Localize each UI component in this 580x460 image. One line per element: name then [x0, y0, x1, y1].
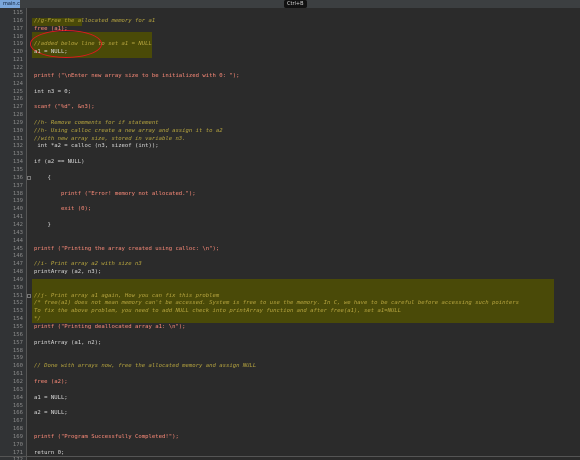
- line-number: 142: [12, 221, 23, 228]
- tab-main-c[interactable]: main.c: [0, 0, 20, 8]
- line-number: 149: [12, 276, 23, 283]
- code-line: /* free(a1) does not mean memory can't b…: [34, 300, 519, 307]
- line-number: 151: [12, 292, 23, 299]
- line-number: 117: [12, 25, 23, 32]
- code-line: printArray (a1, n2);: [34, 339, 102, 346]
- code-line: */: [34, 316, 41, 323]
- line-number: 161: [12, 371, 23, 378]
- code-line: printf ("Printing deallocated array a1: …: [34, 324, 186, 330]
- line-number: 132: [12, 143, 23, 150]
- line-number: 122: [12, 64, 23, 71]
- line-number: 118: [12, 33, 23, 40]
- line-number: 165: [12, 402, 23, 409]
- code-line: a1 = NULL;: [34, 394, 68, 401]
- line-number: 137: [12, 182, 23, 189]
- line-number: 129: [12, 119, 23, 126]
- line-number: 169: [12, 433, 23, 440]
- code-line: //h- Remove comments for if statement: [34, 119, 159, 126]
- code-line: }: [34, 221, 51, 228]
- line-number: 135: [12, 167, 23, 173]
- line-number: 150: [12, 284, 23, 291]
- line-number: 158: [12, 347, 23, 354]
- code-line: int *a2 = calloc (n3, sizeof (int));: [34, 143, 159, 150]
- line-number: 154: [12, 316, 23, 323]
- line-number: 170: [12, 441, 23, 448]
- code-line: //j- Print array a1 again, How you can f…: [34, 292, 220, 299]
- line-number: 155: [12, 324, 23, 330]
- line-number: 128: [12, 112, 23, 119]
- line-number: 144: [12, 237, 23, 244]
- line-number: 166: [12, 410, 23, 417]
- line-number: 134: [12, 159, 23, 166]
- code-line: free (a2);: [34, 378, 68, 385]
- line-number: 146: [12, 253, 23, 260]
- line-number: 120: [12, 49, 23, 56]
- line-number: 133: [12, 151, 23, 158]
- line-number: 131: [12, 135, 23, 142]
- line-number: 145: [12, 245, 23, 252]
- code-line: printArray (a2, n3);: [34, 269, 102, 276]
- line-number: 127: [12, 104, 23, 111]
- code-line: printf ("Printing the array created usin…: [34, 245, 220, 252]
- line-number: 121: [12, 57, 23, 64]
- code-line: //i- Print array a2 with size n3: [34, 261, 142, 268]
- line-number: 123: [12, 72, 23, 79]
- line-number: 126: [12, 96, 23, 103]
- line-number: 164: [12, 394, 23, 401]
- line-number: 143: [12, 229, 23, 236]
- line-number: 125: [12, 88, 23, 95]
- code-area[interactable]: //g-Free the allocated memory for a1 free…: [30, 8, 580, 460]
- line-number: 156: [12, 331, 23, 338]
- line-number: 141: [12, 214, 23, 221]
- code-line: //g-Free the allocated memory for a1: [34, 17, 156, 24]
- line-number: 160: [12, 363, 23, 370]
- code-line: printf ("\nEnter new array size to be in…: [34, 72, 240, 79]
- line-number: 124: [12, 80, 23, 87]
- bottom-divider: [0, 456, 580, 457]
- code-line: free (a1);: [34, 25, 68, 32]
- line-number: 138: [12, 190, 23, 197]
- code-line: a1 = NULL;: [34, 49, 68, 56]
- code-line: // Done with arrays now, free the alloca…: [34, 363, 257, 370]
- code-line: int n3 = 0;: [34, 88, 72, 95]
- line-number: 159: [12, 355, 23, 362]
- line-number: 147: [12, 261, 23, 268]
- code-line: {: [34, 174, 51, 181]
- line-number: 162: [12, 378, 23, 385]
- code-line: To fix the above problem, you need to ad…: [34, 308, 402, 315]
- line-number: 163: [12, 386, 23, 393]
- code-line: printf ("Program Successfully Completed!…: [34, 433, 179, 440]
- line-number: 152: [12, 300, 23, 307]
- line-number: 167: [12, 418, 23, 425]
- code-line: if (a2 == NULL): [34, 159, 85, 166]
- code-line: //with new array size, stored in variabl…: [34, 135, 186, 142]
- code-editor-window: main.c Ctrl+B 115 116 117 118 119 120 121 122 12…: [0, 0, 580, 460]
- line-number: 140: [12, 206, 23, 213]
- line-number: 119: [12, 41, 23, 48]
- code-line: a2 = NULL;: [34, 410, 68, 417]
- line-number: 115: [12, 10, 23, 16]
- line-number-gutter: 115 116 117 118 119 120 121 122 123 124 125 126 127 1…: [0, 8, 27, 460]
- line-number: 139: [12, 198, 23, 205]
- line-number: 116: [12, 17, 23, 24]
- fold-marker-icon[interactable]: [27, 293, 31, 298]
- fold-marker-icon[interactable]: [27, 175, 31, 180]
- code-line: //h- Using calloc create a new array and…: [34, 127, 223, 134]
- line-number: 136: [12, 174, 23, 181]
- line-number: 157: [12, 339, 23, 346]
- tab-bar: main.c Ctrl+B: [0, 0, 580, 8]
- code-line: scanf ("%d", &n3);: [34, 104, 95, 111]
- line-number: 130: [12, 127, 23, 134]
- line-number: 168: [12, 426, 23, 433]
- code-line: //added below line to set a1 = NULL: [34, 41, 152, 48]
- line-number: 148: [12, 269, 23, 276]
- tooltip: Ctrl+B: [284, 0, 307, 8]
- code-line: exit (0);: [34, 206, 92, 213]
- line-number: 153: [12, 308, 23, 315]
- code-line: printf ("Error! memory not allocated.");: [34, 190, 196, 197]
